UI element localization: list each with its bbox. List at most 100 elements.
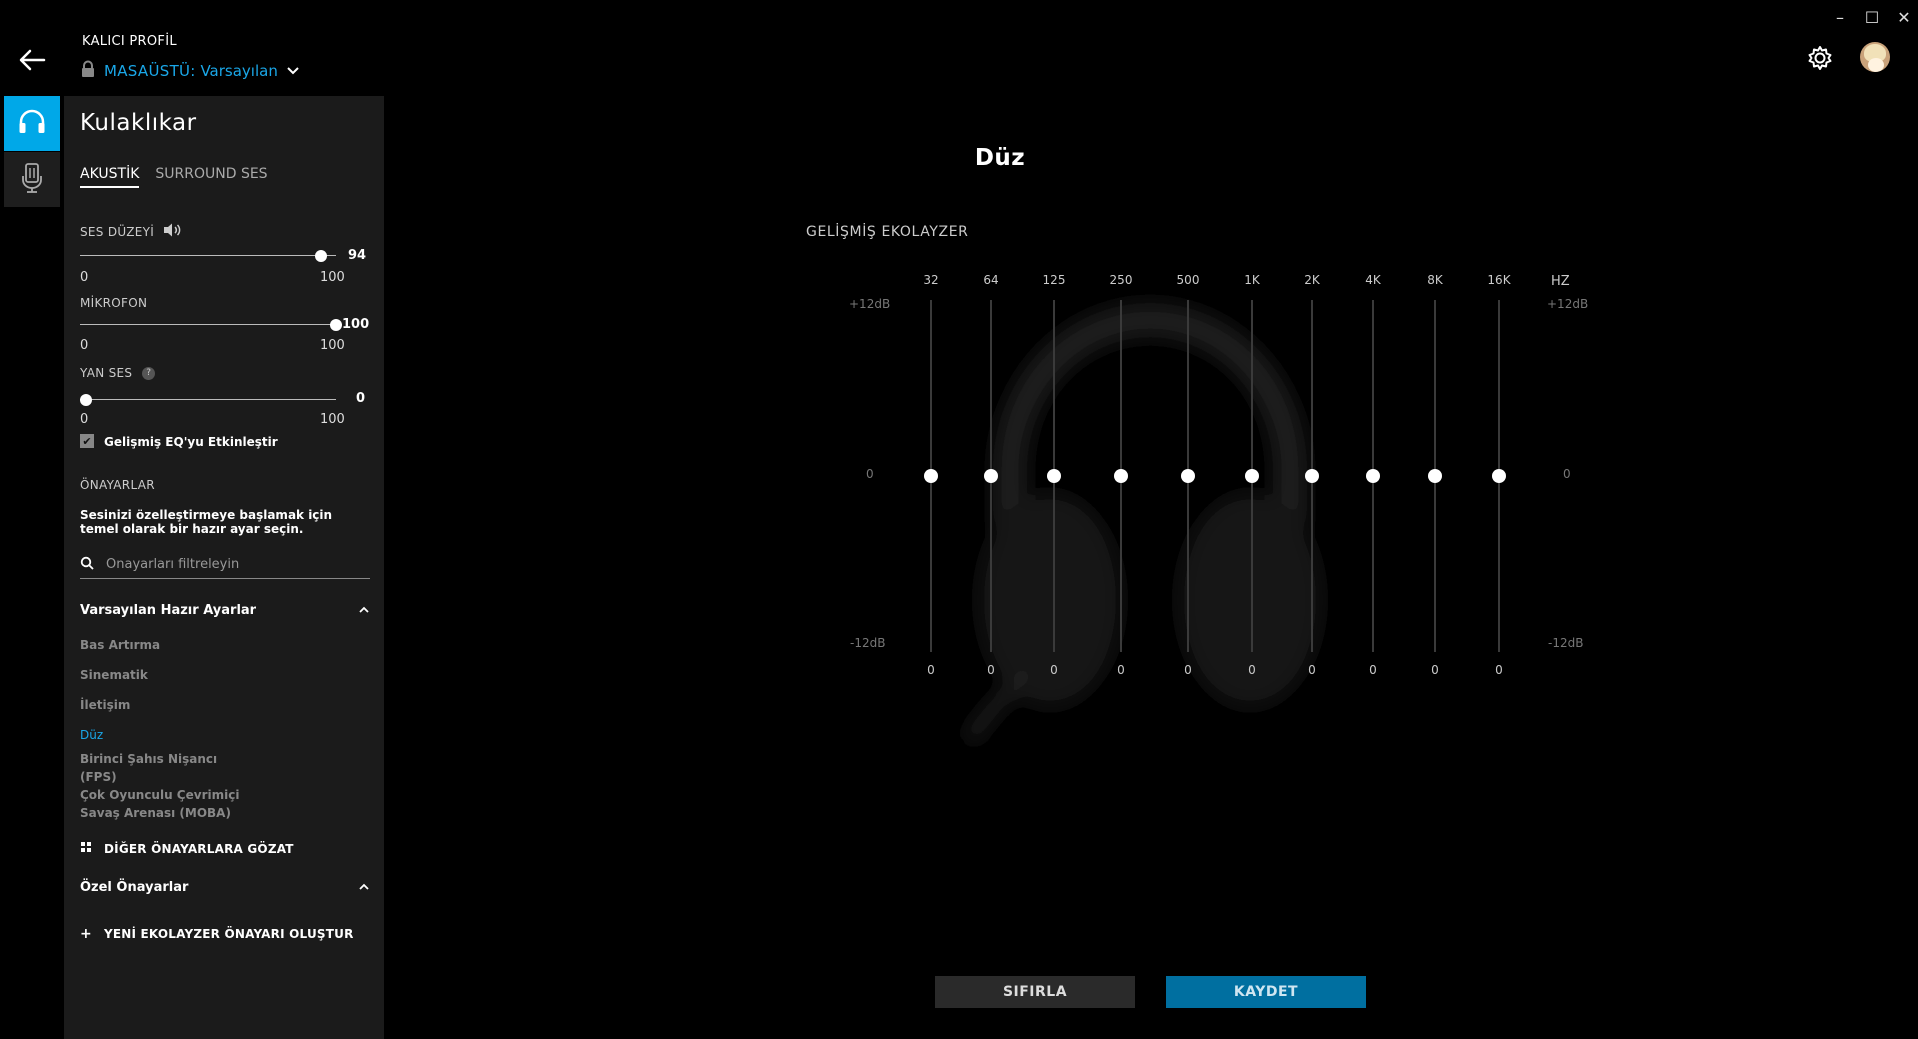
advanced-eq-label: Gelişmiş EQ'yu Etkinleştir [104, 435, 278, 449]
tab-surround[interactable]: SURROUND SES [155, 166, 267, 188]
new-eq-preset-label: YENİ EKOLAYZER ÖNAYARI OLUŞTUR [103, 927, 354, 941]
eq-freq-label-1k: 1K [1244, 273, 1260, 287]
preset-title: Düz [974, 145, 1026, 171]
chevron-down-icon [286, 62, 300, 80]
preset-item-fps[interactable]: Birinci Şahıs Nişancı (FPS) [80, 750, 230, 786]
preset-item-cinematic[interactable]: Sinematik [80, 666, 280, 684]
eq-band-value-2k: 0 [1308, 663, 1316, 677]
eq-band-knob-32[interactable] [924, 469, 938, 483]
presets-heading: ÖNAYARLAR [80, 478, 155, 492]
eq-band-knob-2k[interactable] [1305, 469, 1319, 483]
lock-icon [80, 60, 96, 82]
eq-freq-label-64: 64 [983, 273, 999, 287]
presets-description: Sesinizi özelleştirmeye başlamak için te… [80, 508, 333, 536]
profile-name: MASAÜSTÜ: Varsayılan [104, 62, 278, 80]
preset-item-flat[interactable]: Düz [80, 726, 280, 744]
chevron-up-icon [358, 603, 370, 618]
speaker-icon [162, 222, 182, 241]
db-bottom-left: -12dB [850, 636, 886, 650]
volume-value: 94 [348, 248, 367, 263]
grid-icon [80, 841, 92, 856]
tab-bar: AKUSTİK SURROUND SES [80, 166, 268, 188]
settings-panel: Kulaklıkar AKUSTİK SURROUND SES SES DÜZE… [64, 96, 384, 1039]
default-presets-title: Varsayılan Hazır Ayarlar [80, 603, 257, 618]
chevron-up-icon [358, 880, 370, 895]
headphones-icon [17, 109, 47, 139]
eq-freq-label-32: 32 [923, 273, 939, 287]
db-bottom-right: -12dB [1548, 636, 1584, 650]
profile-selector[interactable]: MASAÜSTÜ: Varsayılan [80, 60, 300, 82]
mic-min: 0 [80, 338, 89, 353]
eq-freq-label-2k: 2K [1304, 273, 1320, 287]
microphone-icon [19, 162, 45, 198]
eq-freq-label-250: 250 [1109, 273, 1133, 287]
rail-mic-button[interactable] [4, 152, 60, 207]
mic-slider-knob[interactable] [330, 319, 342, 331]
mic-slider[interactable] [80, 317, 342, 333]
eq-band-knob-8k[interactable] [1428, 469, 1442, 483]
custom-presets-title: Özel Önayarlar [80, 880, 189, 895]
sidetone-max: 100 [320, 412, 345, 427]
eq-freq-label-500: 500 [1176, 273, 1200, 287]
eq-band-knob-64[interactable] [984, 469, 998, 483]
user-avatar[interactable] [1860, 42, 1890, 72]
eq-freq-label-125: 125 [1042, 273, 1066, 287]
sidetone-slider[interactable] [80, 392, 336, 408]
eq-band-knob-125[interactable] [1047, 469, 1061, 483]
new-eq-preset-button[interactable]: + YENİ EKOLAYZER ÖNAYARI OLUŞTUR [80, 926, 354, 942]
reset-button[interactable]: SIFIRLA [935, 976, 1135, 1008]
eq-section-title: GELİŞMİŞ EKOLAYZER [806, 224, 969, 240]
settings-gear-icon[interactable] [1806, 44, 1834, 72]
advanced-eq-checkbox[interactable]: ✔ [80, 434, 94, 448]
tab-acoustic[interactable]: AKUSTİK [80, 166, 140, 188]
help-icon[interactable]: ? [142, 366, 156, 380]
volume-min: 0 [80, 270, 89, 285]
eq-band-knob-500[interactable] [1181, 469, 1195, 483]
sidetone-value: 0 [356, 391, 366, 406]
preset-item-moba[interactable]: Çok Oyunculu Çevrimiçi Savaş Arenası (MO… [80, 786, 250, 822]
eq-band-value-125: 0 [1050, 663, 1058, 677]
eq-band-value-8k: 0 [1431, 663, 1439, 677]
eq-band-knob-4k[interactable] [1366, 469, 1380, 483]
plus-icon: + [80, 926, 92, 942]
volume-max: 100 [320, 270, 345, 285]
eq-freq-label-8k: 8K [1427, 273, 1443, 287]
hz-label: HZ [1551, 274, 1570, 289]
eq-band-value-64: 0 [987, 663, 995, 677]
mic-label: MİKROFON [80, 296, 148, 310]
volume-label: SES DÜZEYİ [80, 224, 155, 239]
eq-band-value-16k: 0 [1495, 663, 1503, 677]
sidetone-label-row: YAN SES ? [80, 366, 156, 380]
maximize-button[interactable]: ☐ [1860, 8, 1884, 28]
back-arrow-icon[interactable] [14, 44, 50, 76]
minimize-button[interactable]: – [1828, 8, 1852, 28]
preset-search-input[interactable] [104, 556, 344, 573]
sidetone-slider-knob[interactable] [80, 394, 92, 406]
eq-freq-label-16k: 16K [1487, 273, 1511, 287]
eq-band-value-500: 0 [1184, 663, 1192, 677]
db-mid-right: 0 [1563, 467, 1571, 481]
eq-band-knob-250[interactable] [1114, 469, 1128, 483]
eq-band-knob-1k[interactable] [1245, 469, 1259, 483]
browse-presets-button[interactable]: DİĞER ÖNAYARLARA GÖZAT [80, 841, 294, 856]
preset-item-bass-boost[interactable]: Bas Artırma [80, 636, 280, 654]
preset-item-communication[interactable]: İletişim [80, 696, 280, 714]
volume-slider-knob[interactable] [314, 250, 327, 262]
db-top-right: +12dB [1547, 297, 1589, 311]
save-button[interactable]: KAYDET [1166, 976, 1366, 1008]
eq-band-knob-16k[interactable] [1492, 469, 1506, 483]
default-presets-header[interactable]: Varsayılan Hazır Ayarlar [80, 603, 370, 618]
sidetone-min: 0 [80, 412, 89, 427]
volume-slider[interactable] [80, 248, 336, 264]
rail-headset-button[interactable] [4, 96, 60, 151]
custom-presets-header[interactable]: Özel Önayarlar [80, 880, 370, 895]
eq-band-value-1k: 0 [1248, 663, 1256, 677]
close-button[interactable]: ✕ [1892, 8, 1916, 28]
eq-band-value-4k: 0 [1369, 663, 1377, 677]
eq-freq-label-4k: 4K [1365, 273, 1381, 287]
eq-band-value-32: 0 [927, 663, 935, 677]
profile-label: KALICI PROFİL [82, 34, 177, 49]
volume-label-row: SES DÜZEYİ [80, 222, 182, 241]
mic-max: 100 [320, 338, 345, 353]
headset-background-image [950, 270, 1350, 750]
